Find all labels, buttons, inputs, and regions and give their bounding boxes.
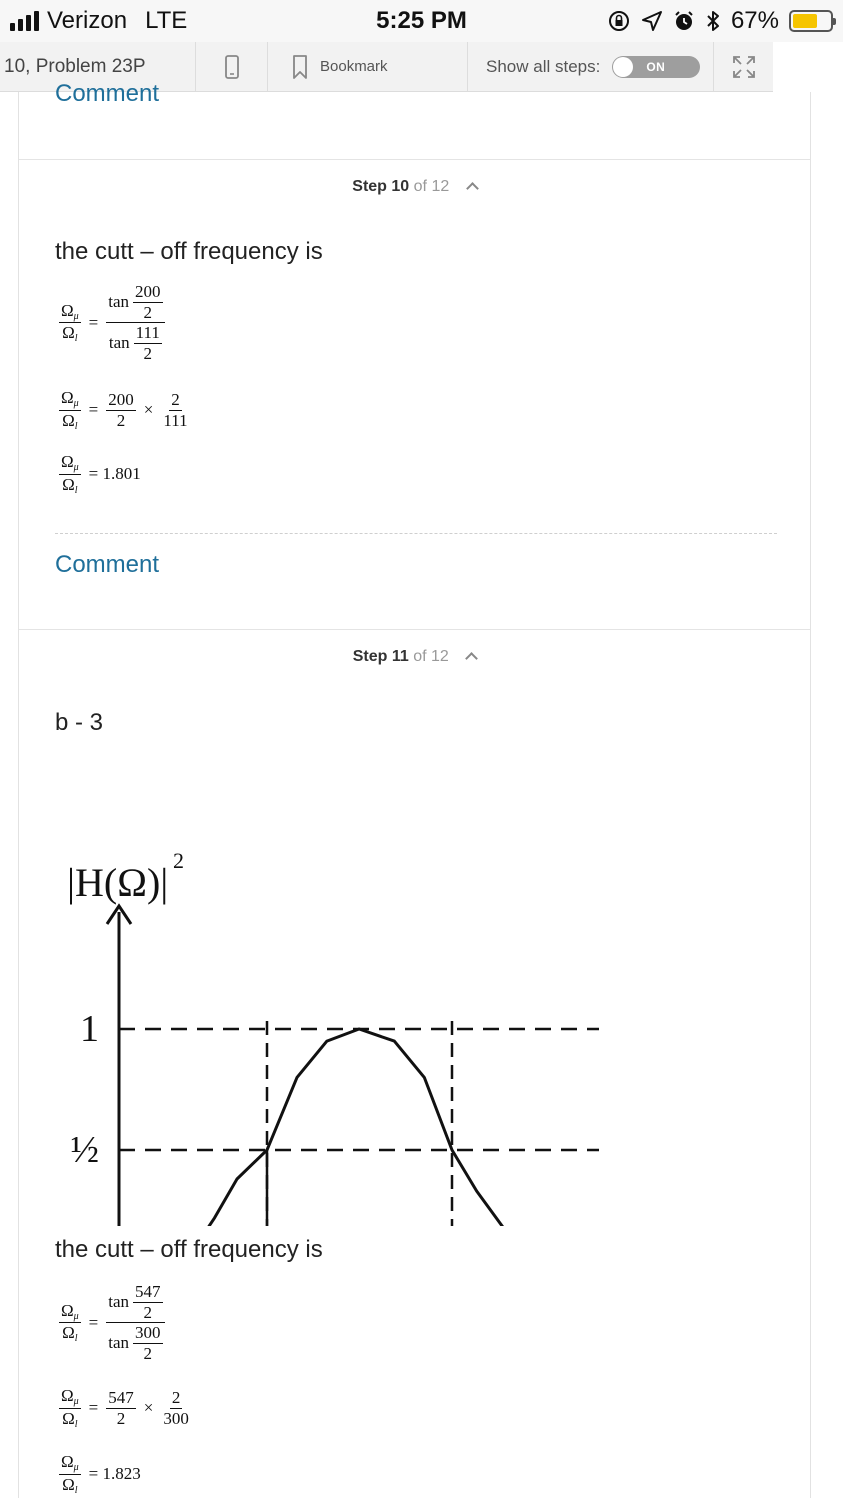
equation-result: = 1.801 [88,464,141,483]
dashed-divider [55,533,777,534]
tan-label: tan [108,333,130,353]
step-of: of 12 [413,648,449,665]
y-tick-label: ½ [71,1129,100,1171]
status-right: 67% [607,7,836,35]
step-10-equation-2: Ωμ Ωl = 200 2 × 2 111 [59,388,188,432]
tan-ratio: tan 547 2 tan 300 2 [106,1282,165,1363]
step-10-equation-3: Ωμ Ωl = 1.801 [59,452,141,496]
y-tick-label: 1 [80,1008,99,1050]
step-number: 11 [391,648,409,665]
phone-icon [224,54,239,79]
expand-button[interactable] [714,42,773,91]
bluetooth-icon [707,11,719,31]
expand-icon [732,55,755,78]
toggle-knob [613,56,634,77]
y-axis-label: |H(Ω)| [67,860,168,905]
show-steps-toggle[interactable]: ON [612,55,701,78]
chart-layer: 1½300547|H(Ω)|2Ω [67,848,599,1226]
fraction-numerator: 2 [169,1387,183,1409]
show-steps-label: Show all steps: [486,56,601,76]
tan-ratio: tan 200 2 tan 111 2 [106,282,165,363]
tan-label: tan [108,1333,130,1353]
fraction-denominator: 2 [116,410,126,430]
times-sign: × [143,400,154,419]
fraction-denominator: 2 [143,1343,153,1363]
tan-label: tan [108,1292,130,1312]
response-curve [207,1027,504,1226]
toggle-label: ON [646,59,666,74]
equals-sign: = [88,312,99,332]
fraction-denominator: 300 [163,1408,189,1428]
step-separator [19,629,810,630]
fraction-numerator: 200 [106,389,136,411]
fraction-numerator: 547 [133,1282,163,1303]
fraction-denominator: 2 [143,302,153,322]
tan-label: tan [108,292,130,312]
bookmark-icon [293,54,307,79]
bookmark-button[interactable]: Bookmark [268,42,468,91]
step-word: Step [352,648,388,665]
comment-link-top[interactable]: Comment [55,80,159,108]
collapse-caret-icon[interactable] [465,652,479,665]
fraction-denominator: 111 [163,410,188,430]
battery-icon [789,10,836,32]
step-11-text: the cutt – off frequency is [55,1236,323,1263]
step-11-equation-3: Ωμ Ωl = 1.823 [59,1452,141,1496]
step-10-equation-1: Ωμ Ωl = tan 200 2 tan 111 2 [59,282,165,363]
y-axis-label-exponent: 2 [173,848,184,873]
fraction-denominator: 2 [143,343,153,363]
fraction-denominator: 2 [143,1302,153,1322]
step-word: Step [352,178,387,195]
solution-content: Comment Step 10 of 12 the cutt – off fre… [18,80,811,1498]
alarm-icon [675,11,693,30]
step-11-label: b - 3 [55,709,104,736]
step-of: of 12 [413,178,450,195]
fraction-numerator: 300 [133,1323,163,1344]
equals-sign: = [88,1398,99,1417]
show-steps-control: Show all steps: ON [468,42,714,91]
lock-rotation-icon [608,11,629,31]
phone-view-button[interactable] [196,42,268,91]
step-11-equation-2: Ωμ Ωl = 547 2 × 2 300 [59,1386,189,1430]
battery-fill [793,14,818,28]
equals-sign: = [88,400,99,419]
fraction-denominator: 2 [116,1408,126,1428]
comment-link[interactable]: Comment [55,551,159,579]
fraction-numerator: 547 [106,1387,136,1409]
step-10-text: the cutt – off frequency is [55,238,323,265]
frequency-response-chart: 1½300547|H(Ω)|2Ω [67,848,599,1226]
fraction-numerator: 200 [133,282,163,303]
equals-sign: = [88,1312,99,1332]
fraction-numerator: 2 [169,389,182,411]
battery-percent: 67% [730,7,779,34]
location-arrow-icon [641,11,662,31]
fraction-numerator: 111 [133,323,162,344]
step-11-header[interactable]: Step 11 of 12 [19,648,810,666]
step-number: 10 [391,178,410,195]
collapse-caret-icon[interactable] [465,182,479,195]
step-10-header[interactable]: Step 10 of 12 [19,178,810,196]
bookmark-label: Bookmark [320,58,388,75]
status-bar: Verizon LTE 5:25 PM 67% [0,0,843,42]
step-separator [19,159,810,160]
step-11-equation-1: Ωμ Ωl = tan 547 2 tan 300 2 [59,1282,165,1363]
equation-result: = 1.823 [88,1464,141,1483]
times-sign: × [143,1398,154,1417]
omega-ratio: Ωμ Ωl [59,300,81,345]
